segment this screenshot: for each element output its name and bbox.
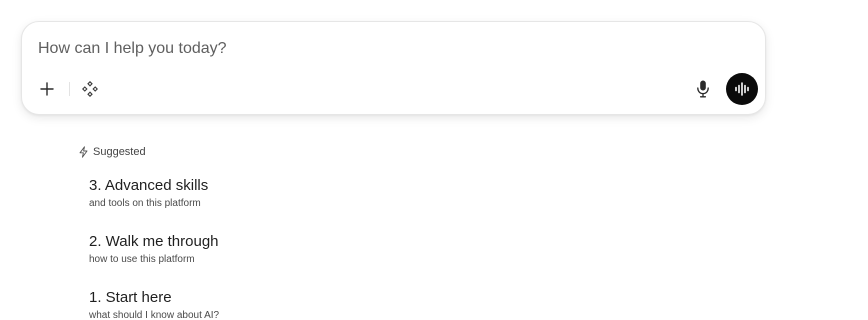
suggestion-item[interactable]: 3. Advanced skills and tools on this pla… (89, 177, 389, 210)
diamond-dots-icon (82, 81, 98, 97)
dictation-button[interactable] (692, 78, 714, 100)
chat-home: Suggested 3. Advanced skills and tools o… (0, 0, 868, 320)
voice-mode-button[interactable] (726, 73, 758, 105)
prompt-input[interactable] (38, 37, 678, 61)
suggested-label: Suggested (93, 146, 146, 158)
plus-icon (40, 82, 54, 96)
suggested-header: Suggested (78, 146, 146, 158)
tools-button[interactable] (79, 78, 101, 100)
microphone-icon (697, 80, 709, 98)
suggestion-item[interactable]: 2. Walk me through how to use this platf… (89, 233, 389, 266)
lightning-bolt-icon (79, 146, 88, 158)
suggestion-title: 3. Advanced skills (89, 177, 209, 194)
composer-card (21, 21, 766, 115)
suggestion-subtitle: how to use this platform (89, 254, 195, 265)
suggestion-title: 2. Walk me through (89, 233, 219, 250)
suggestion-subtitle: and tools on this platform (89, 198, 201, 209)
toolbar-divider (69, 82, 70, 96)
suggestion-title: 1. Start here (89, 289, 172, 306)
waveform-icon (735, 82, 749, 96)
suggestion-subtitle: what should I know about AI? (89, 310, 220, 320)
add-button[interactable] (36, 78, 58, 100)
suggestion-item[interactable]: 1. Start here what should I know about A… (89, 289, 389, 320)
